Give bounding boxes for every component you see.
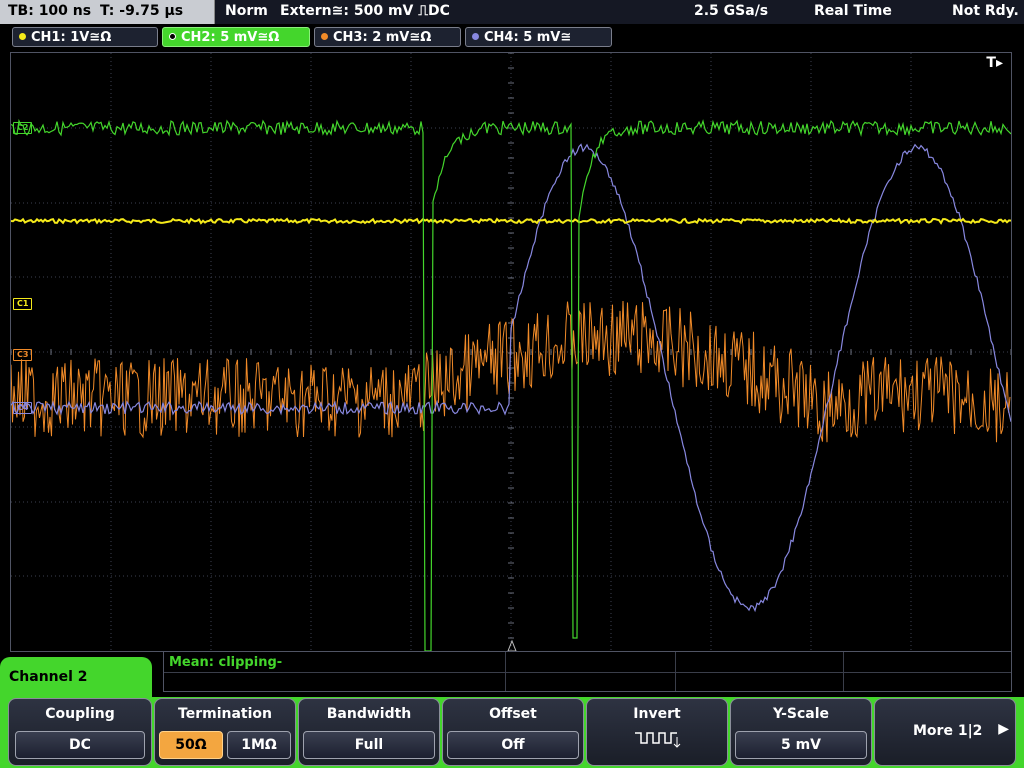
invert-waveform-icon [635, 732, 681, 748]
coupling-title: Coupling [45, 706, 115, 722]
waveform-grid [11, 53, 1011, 651]
ch1-offset-marker[interactable]: C1 [13, 298, 33, 310]
measurement-divider [675, 652, 676, 691]
bandwidth-softkey[interactable]: Bandwidth Full [298, 698, 440, 766]
trigger-mode[interactable]: Norm [225, 3, 268, 19]
timebase-value: TB: 100 ns [8, 3, 92, 19]
invert-title: Invert [633, 706, 681, 722]
ch4-offset-marker[interactable]: C4 [13, 402, 33, 414]
measurement-divider [505, 652, 506, 691]
measurement-panel[interactable]: Mean: clipping- [163, 651, 1012, 692]
tab-ch4[interactable]: CH4: 5 mV≅ [465, 27, 612, 47]
termination-50ohm[interactable]: 50Ω [159, 731, 223, 759]
ch1-label: CH1: 1V≅Ω [31, 30, 112, 45]
sample-rate: 2.5 GSa/s [694, 3, 769, 19]
offset-value[interactable]: Off [447, 731, 579, 759]
chevron-right-icon: ▶ [998, 721, 1009, 737]
status-bar: TB: 100 ns T: -9.75 µs Norm Extern≅: 500… [0, 0, 1024, 24]
acquisition-mode: Real Time [814, 3, 892, 19]
yscale-softkey[interactable]: Y-Scale 5 mV [730, 698, 872, 766]
ch3-label: CH3: 2 mV≅Ω [333, 30, 432, 45]
channel-tabs: CH1: 1V≅Ω CH2: 5 mV≅Ω CH3: 2 mV≅Ω CH4: 5… [0, 24, 1024, 50]
tab-ch3[interactable]: CH3: 2 mV≅Ω [314, 27, 461, 47]
waveform-display[interactable]: T▸ C1 C2 C3 C4 [10, 52, 1012, 652]
offset-softkey[interactable]: Offset Off [442, 698, 584, 766]
tab-ch1[interactable]: CH1: 1V≅Ω [12, 27, 158, 47]
ch2-label: CH2: 5 mV≅Ω [181, 30, 280, 45]
ch1-trace [11, 217, 1011, 225]
more-softkey[interactable]: More 1|2 ▶ [874, 698, 1016, 766]
measurement-divider [843, 652, 844, 691]
measurement-mean: Mean: clipping- [169, 655, 283, 670]
more-label: More 1|2 [913, 723, 983, 739]
invert-softkey[interactable]: Invert [586, 698, 728, 766]
bandwidth-title: Bandwidth [326, 706, 412, 722]
ch3-dot-icon [321, 33, 328, 40]
ch1-dot-icon [19, 33, 26, 40]
measurement-divider [164, 672, 1011, 673]
ch4-dot-icon [472, 33, 479, 40]
trigger-position-icon [507, 639, 517, 651]
yscale-value[interactable]: 5 mV [735, 731, 867, 759]
trigger-marker-icon: T▸ [986, 55, 1003, 71]
ch2-dot-icon [169, 33, 176, 40]
termination-1mohm[interactable]: 1MΩ [227, 731, 291, 759]
channel-menu-tab[interactable]: Channel 2 [0, 657, 152, 697]
yscale-title: Y-Scale [772, 706, 829, 722]
bandwidth-value[interactable]: Full [303, 731, 435, 759]
tab-ch2[interactable]: CH2: 5 mV≅Ω [162, 27, 310, 47]
trigger-source[interactable]: Extern≅: 500 mV ⎍DC [280, 3, 450, 19]
termination-softkey[interactable]: Termination 50Ω 1MΩ [154, 698, 296, 766]
offset-title: Offset [489, 706, 537, 722]
ch2-offset-marker[interactable]: C2 [13, 122, 33, 134]
coupling-softkey[interactable]: Coupling DC [8, 698, 152, 766]
coupling-value[interactable]: DC [15, 731, 145, 759]
timebase-box[interactable]: TB: 100 ns T: -9.75 µs [0, 0, 215, 24]
ch4-label: CH4: 5 mV≅ [484, 30, 572, 45]
acquisition-state: Not Rdy. [952, 3, 1019, 19]
termination-title: Termination [178, 706, 272, 722]
channel-menu-title: Channel 2 [9, 669, 88, 685]
ch3-offset-marker[interactable]: C3 [13, 349, 33, 361]
trigger-time-value: T: -9.75 µs [100, 3, 184, 19]
